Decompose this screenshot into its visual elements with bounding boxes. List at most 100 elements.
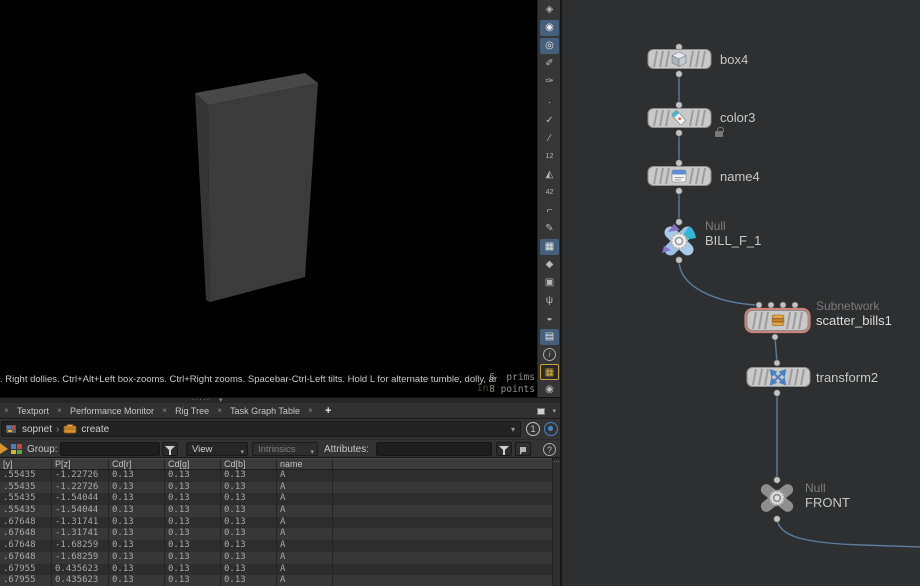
- intrinsics-dropdown[interactable]: Intrinsics ▾: [252, 442, 318, 456]
- table-row[interactable]: .67648 -1.31741 0.13 0.13 0.13 A: [0, 528, 560, 540]
- path-dropdown-icon[interactable]: ▾: [511, 425, 515, 434]
- edit-icon[interactable]: ✎: [540, 221, 559, 237]
- prims-count: 6 prims: [455, 372, 535, 383]
- path-breadcrumb[interactable]: sopnet › create ▾: [1, 421, 521, 437]
- tab-performance-monitor[interactable]: Performance Monitor: [66, 406, 158, 416]
- network-path-bar: sopnet › create ▾ 1: [0, 419, 560, 439]
- node-label-scatter-bills1[interactable]: scatter_bills1: [816, 313, 892, 328]
- attributes-input[interactable]: [376, 442, 492, 456]
- snapshot-grid-icon[interactable]: ▦: [540, 364, 559, 380]
- point-markers-icon[interactable]: ✓: [540, 113, 559, 129]
- select-tool-icon[interactable]: ✐: [540, 56, 559, 72]
- tab-close-icon[interactable]: ×: [53, 406, 66, 415]
- point-normals-icon[interactable]: ∕: [540, 131, 559, 147]
- column-header[interactable]: Cd[r]: [109, 459, 165, 469]
- point-numbers-icon[interactable]: 12: [540, 149, 559, 165]
- node-label-bill-f-1[interactable]: BILL_F_1: [705, 233, 761, 248]
- cell: [333, 493, 560, 505]
- network-editor[interactable]: box4 color3 name4: [560, 0, 920, 586]
- prim-numbers-icon[interactable]: 42: [540, 185, 559, 201]
- spreadsheet-options-icon[interactable]: [515, 442, 531, 456]
- column-header[interactable]: [y]: [0, 459, 52, 469]
- pane-maximize-icon[interactable]: [537, 408, 545, 415]
- column-header[interactable]: name: [277, 459, 333, 469]
- table-row[interactable]: .67648 -1.68259 0.13 0.13 0.13 A: [0, 540, 560, 552]
- tab-rig-tree[interactable]: Rig Tree: [171, 406, 213, 416]
- pane-link-badge[interactable]: 1: [526, 422, 540, 436]
- group-input[interactable]: [60, 442, 160, 456]
- breadcrumb-current[interactable]: create: [77, 424, 113, 435]
- pane-menu-icon[interactable]: ▾: [552, 407, 556, 415]
- table-scrollbar[interactable]: ⋯: [552, 458, 560, 586]
- image-plane-icon[interactable]: ▤: [540, 329, 559, 345]
- viewport-3d[interactable]: . Right dollies. Ctrl+Alt+Left box-zooms…: [0, 0, 537, 397]
- create-node-icon: [63, 423, 77, 435]
- view-dropdown[interactable]: View ▾: [186, 442, 248, 456]
- cell: 0.13: [221, 470, 277, 482]
- node-label-transform2[interactable]: transform2: [816, 370, 878, 385]
- points-display-icon[interactable]: ·: [540, 95, 559, 111]
- tab-close-icon[interactable]: ×: [158, 406, 171, 415]
- table-row[interactable]: .67955 0.435623 0.13 0.13 0.13 A: [0, 564, 560, 576]
- group-filter-icon[interactable]: [162, 442, 178, 456]
- measure-icon[interactable]: ⌐: [540, 203, 559, 219]
- attributes-filter-icon[interactable]: [496, 442, 512, 456]
- column-overflow-icon[interactable]: ⋯: [553, 459, 560, 466]
- group-select-icon[interactable]: ▣: [540, 275, 559, 291]
- add-tab-button[interactable]: +: [317, 405, 339, 417]
- camera-view-icon[interactable]: ◉: [540, 382, 559, 398]
- cell: 0.13: [221, 528, 277, 540]
- cell: -1.68259: [52, 540, 109, 552]
- table-row[interactable]: .55435 -1.54044 0.13 0.13 0.13 A: [0, 493, 560, 505]
- tab-close-icon[interactable]: ×: [304, 406, 317, 415]
- cell: -1.22726: [52, 482, 109, 494]
- shading-mode-icon[interactable]: ◎: [540, 38, 559, 54]
- display-options-icon[interactable]: ◆: [540, 257, 559, 273]
- subnet-icon: [772, 315, 784, 326]
- column-header[interactable]: Cd[b]: [221, 459, 277, 469]
- node-label-name4[interactable]: name4: [720, 169, 760, 184]
- table-row[interactable]: .67648 -1.68259 0.13 0.13 0.13 A: [0, 552, 560, 564]
- node-label-box4[interactable]: box4: [720, 52, 748, 67]
- table-row[interactable]: .55435 -1.22726 0.13 0.13 0.13 A: [0, 482, 560, 494]
- wire-tool-icon[interactable]: ψ: [540, 293, 559, 309]
- info-icon[interactable]: i: [543, 348, 556, 361]
- pin-toggle-icon[interactable]: [544, 422, 558, 436]
- table-row[interactable]: .55435 -1.22726 0.13 0.13 0.13 A: [0, 470, 560, 482]
- node-label-color3[interactable]: color3: [720, 110, 755, 125]
- template-geo-icon[interactable]: ▦: [540, 239, 559, 255]
- cell: 0.13: [165, 552, 221, 564]
- visualizer-icon[interactable]: ◒: [540, 311, 559, 327]
- table-row[interactable]: .67955 0.435623 0.13 0.13 0.13 A: [0, 575, 560, 586]
- column-header[interactable]: Cd[g]: [165, 459, 221, 469]
- prim-normals-icon[interactable]: ◭: [540, 167, 559, 183]
- points-mode-icon[interactable]: [11, 443, 24, 455]
- node-bill-f-1[interactable]: [657, 219, 701, 263]
- node-label-front[interactable]: FRONT: [805, 495, 850, 510]
- tab-close-icon[interactable]: ×: [0, 406, 13, 415]
- help-icon[interactable]: ?: [543, 443, 556, 456]
- tab-textport[interactable]: Textport: [13, 406, 53, 416]
- snap-options-icon[interactable]: ◈: [540, 2, 559, 18]
- breadcrumb-root[interactable]: sopnet: [18, 424, 56, 435]
- node-scatter-bills1[interactable]: [744, 307, 812, 335]
- cell: .55435: [0, 482, 52, 494]
- cell: A: [277, 552, 333, 564]
- cell: 0.13: [165, 540, 221, 552]
- node-color3[interactable]: [647, 107, 713, 130]
- hand-tool-icon[interactable]: ✑: [540, 74, 559, 90]
- table-header-row: [y] P[z] Cd[r] Cd[g] Cd[b] name: [0, 458, 560, 470]
- table-row[interactable]: .55435 -1.54044 0.13 0.13 0.13 A: [0, 505, 560, 517]
- node-transform2[interactable]: [746, 366, 812, 389]
- node-front[interactable]: [754, 482, 800, 515]
- lighting-icon[interactable]: ◉: [540, 20, 559, 36]
- viewport-box-geometry: [0, 0, 537, 397]
- node-name4[interactable]: [647, 165, 713, 188]
- tab-task-graph-table[interactable]: Task Graph Table: [226, 406, 304, 416]
- tab-close-icon[interactable]: ×: [213, 406, 226, 415]
- node-box4[interactable]: [647, 48, 713, 71]
- cursor-mode-icon[interactable]: [0, 443, 9, 455]
- cell: 0.13: [221, 575, 277, 586]
- column-header[interactable]: P[z]: [52, 459, 109, 469]
- table-row[interactable]: .67648 -1.31741 0.13 0.13 0.13 A: [0, 517, 560, 529]
